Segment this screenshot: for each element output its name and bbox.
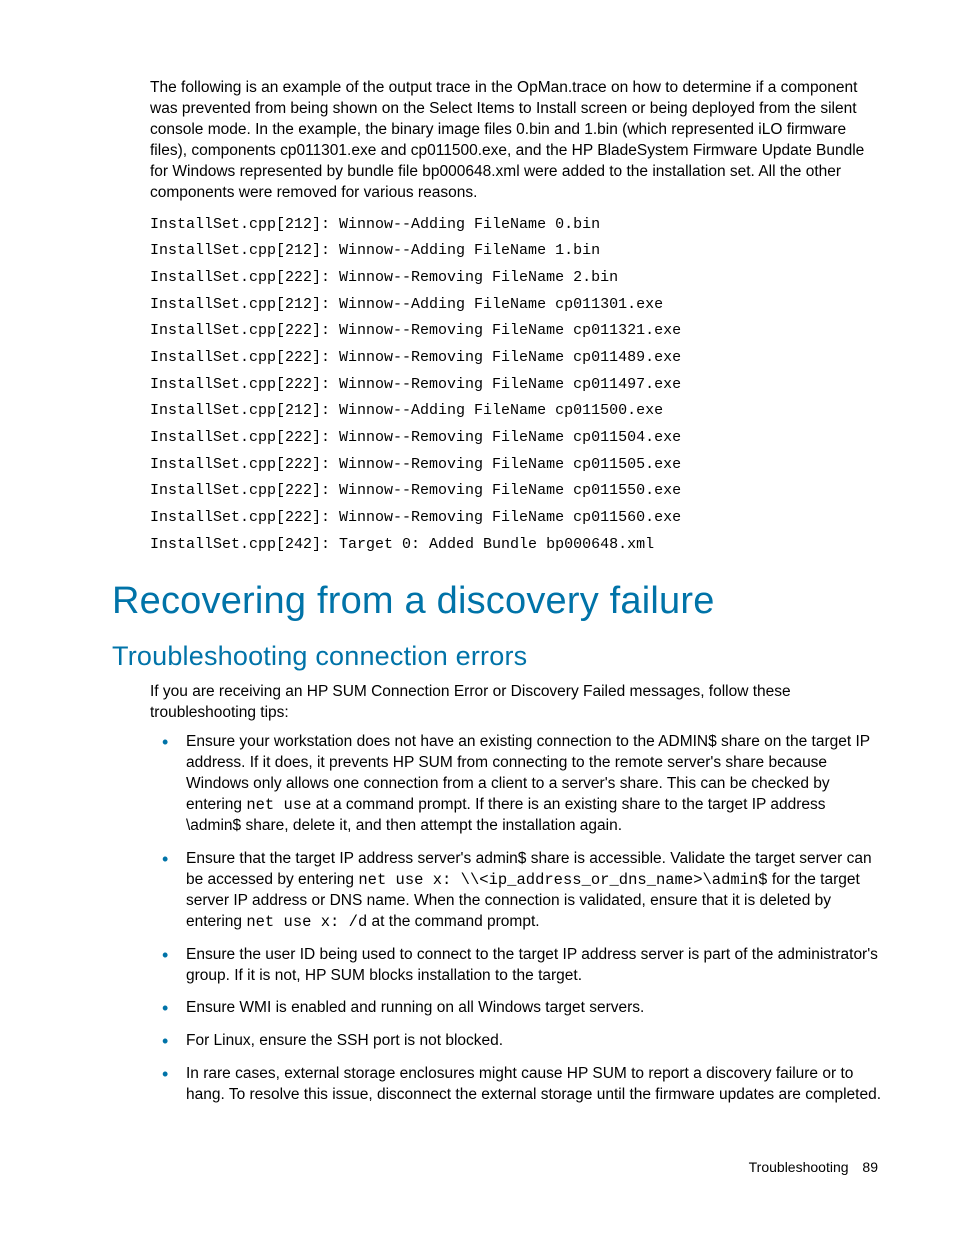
tips-list: Ensure your workstation does not have an… — [150, 732, 882, 1106]
page-content: The following is an example of the outpu… — [112, 78, 882, 1118]
heading-recovering: Recovering from a discovery failure — [112, 580, 882, 623]
trace-output: InstallSet.cpp[212]: Winnow--Adding File… — [150, 212, 882, 559]
tips-intro: If you are receiving an HP SUM Connectio… — [150, 682, 882, 724]
page-footer: Troubleshooting 89 — [749, 1159, 878, 1175]
list-item: Ensure that the target IP address server… — [186, 849, 882, 933]
list-item: For Linux, ensure the SSH port is not bl… — [186, 1031, 882, 1052]
list-item: Ensure the user ID being used to connect… — [186, 945, 882, 987]
footer-section-label: Troubleshooting — [749, 1159, 849, 1175]
list-item: Ensure WMI is enabled and running on all… — [186, 998, 882, 1019]
inline-code: net use — [246, 796, 311, 814]
inline-code: net use x: \\<ip_address_or_dns_name>\ad… — [358, 871, 767, 889]
list-item: Ensure your workstation does not have an… — [186, 732, 882, 837]
inline-code: net use x: /d — [246, 913, 367, 931]
list-item: In rare cases, external storage enclosur… — [186, 1064, 882, 1106]
heading-troubleshooting: Troubleshooting connection errors — [112, 641, 882, 672]
intro-paragraph: The following is an example of the outpu… — [150, 78, 882, 204]
footer-page-number: 89 — [862, 1159, 878, 1175]
